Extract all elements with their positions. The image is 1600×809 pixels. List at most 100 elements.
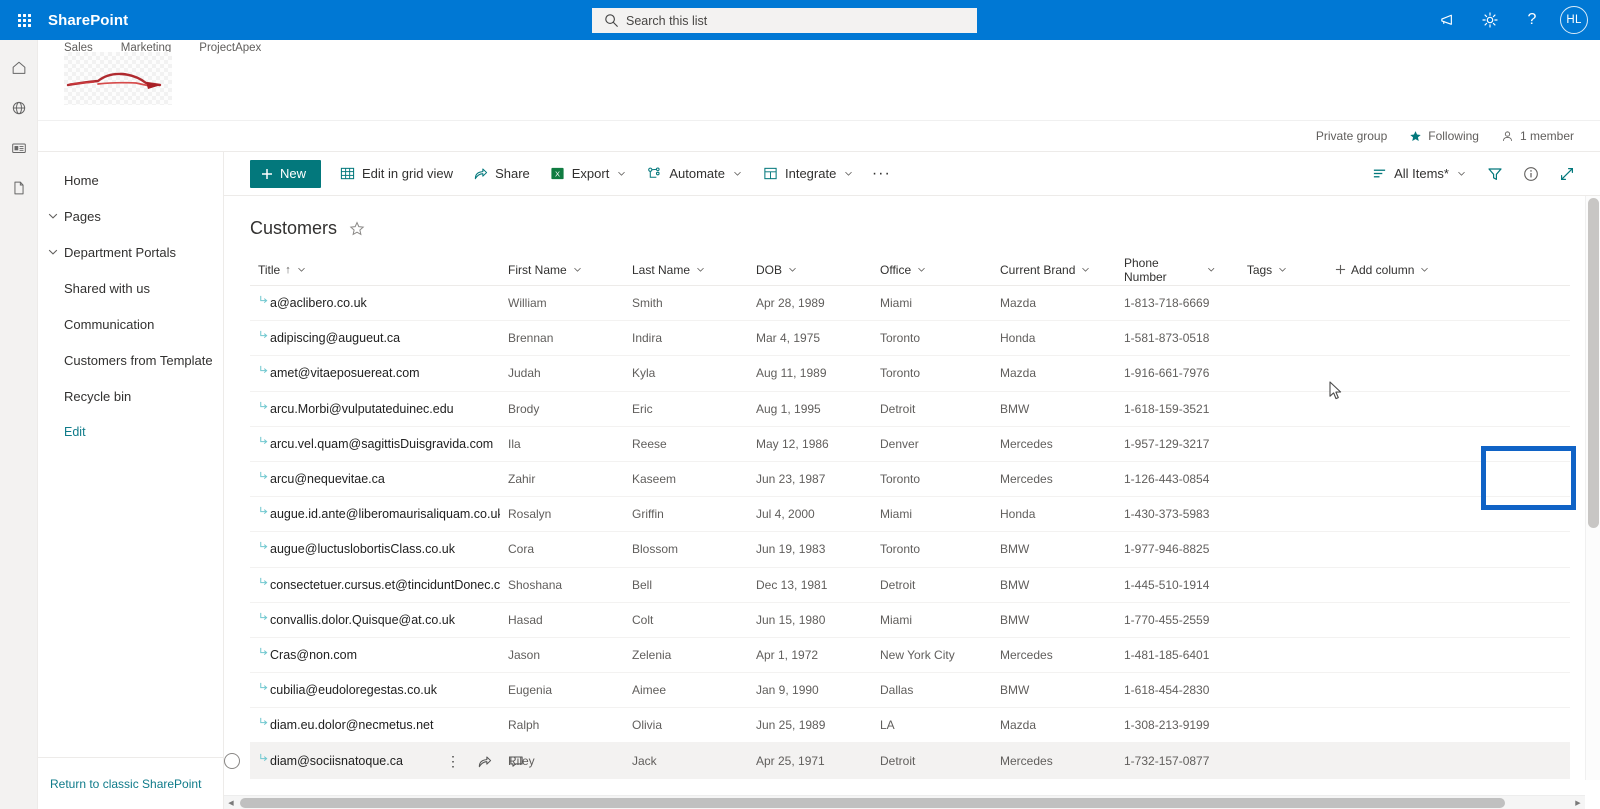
table-row[interactable]: a@aclibero.co.uk William Smith Apr 28, 1989… bbox=[250, 286, 1570, 322]
sidebar-item-pages[interactable]: Pages bbox=[38, 198, 223, 234]
megaphone-icon[interactable] bbox=[1428, 0, 1468, 40]
group-info-bar: Private group Following 1 member bbox=[38, 121, 1600, 152]
avatar[interactable]: HL bbox=[1560, 6, 1588, 34]
chevron-down-icon bbox=[1279, 267, 1286, 272]
cell-title[interactable]: a@aclibero.co.uk bbox=[250, 294, 500, 312]
column-header-phone-number[interactable]: Phone Number bbox=[1116, 254, 1216, 286]
integrate-button[interactable]: Integrate bbox=[754, 156, 863, 192]
cell-title[interactable]: arcu.vel.quam@sagittisDuisgravida.com bbox=[250, 435, 500, 453]
globe-icon[interactable] bbox=[0, 88, 38, 128]
gear-icon[interactable] bbox=[1470, 0, 1510, 40]
row-select-checkbox[interactable] bbox=[224, 752, 240, 769]
scroll-right-arrow-icon[interactable]: ▶ bbox=[1571, 796, 1585, 809]
column-header-first-name[interactable]: First Name bbox=[500, 254, 624, 286]
new-button[interactable]: New bbox=[250, 159, 322, 188]
column-header-office[interactable]: Office bbox=[872, 254, 992, 286]
column-header-tags[interactable]: Tags bbox=[1216, 254, 1311, 286]
automate-button[interactable]: Automate bbox=[638, 156, 752, 192]
chevron-down-icon bbox=[1458, 171, 1465, 176]
sidebar-item-shared-with-us[interactable]: Shared with us bbox=[38, 270, 223, 306]
cell-last: Olivia bbox=[632, 718, 663, 733]
news-icon[interactable] bbox=[0, 128, 38, 168]
table-row[interactable]: augue@luctuslobortisClass.co.uk Cora Bloss… bbox=[250, 532, 1570, 568]
sidebar-edit-link[interactable]: Edit bbox=[38, 414, 223, 450]
help-icon[interactable]: ? bbox=[1512, 0, 1552, 40]
cell-brand: Mazda bbox=[1000, 366, 1037, 381]
cell-title[interactable]: consectetuer.cursus.et@tinciduntDonec.co… bbox=[250, 576, 500, 594]
horizontal-scrollbar-thumb[interactable] bbox=[240, 798, 1505, 808]
item-link-arrow-icon bbox=[260, 436, 268, 444]
sidebar-item-department-portals[interactable]: Department Portals bbox=[38, 234, 223, 270]
cell-last: Kyla bbox=[632, 366, 656, 381]
share-button[interactable]: Share bbox=[464, 156, 539, 192]
row-share-icon[interactable] bbox=[477, 754, 492, 769]
cell-title[interactable]: diam.eu.dolor@necmetus.net bbox=[250, 716, 500, 734]
waffle-icon[interactable] bbox=[0, 0, 48, 40]
export-button[interactable]: X Export bbox=[541, 156, 637, 192]
sidebar-item-communication[interactable]: Communication bbox=[38, 306, 223, 342]
table-row[interactable]: cubilia@eudoloregestas.co.uk Eugenia Aimee… bbox=[250, 673, 1570, 709]
files-icon[interactable] bbox=[0, 168, 38, 208]
search-input[interactable] bbox=[592, 8, 977, 33]
more-commands-button[interactable]: ··· bbox=[865, 157, 897, 191]
column-header-last-name[interactable]: Last Name bbox=[624, 254, 748, 286]
vertical-scrollbar[interactable] bbox=[1585, 196, 1600, 780]
table-row[interactable]: diam@sociisnatoque.ca Riley Jack Apr 25, 19… bbox=[224, 743, 1570, 779]
view-selector-button[interactable]: All Items* bbox=[1363, 156, 1476, 192]
column-header-current-brand[interactable]: Current Brand bbox=[992, 254, 1116, 286]
table-row[interactable]: adipiscing@augueut.ca Brennan Indira Mar 4,… bbox=[250, 321, 1570, 357]
sidebar-item-home[interactable]: Home bbox=[38, 162, 223, 198]
cell-title[interactable]: augue.id.ante@liberomaurisaliquam.co.uk bbox=[250, 505, 500, 523]
cell-phone: 1-618-454-2830 bbox=[1124, 683, 1210, 698]
cell-title[interactable]: arcu.Morbi@vulputateduinec.edu bbox=[250, 400, 500, 418]
search-box[interactable] bbox=[592, 8, 977, 33]
column-header-title[interactable]: Title ↑ bbox=[250, 254, 500, 286]
cell-phone: 1-813-718-6669 bbox=[1124, 296, 1210, 311]
filter-icon[interactable] bbox=[1478, 157, 1512, 191]
sidebar-item-customers-from-template[interactable]: Customers from Template bbox=[38, 342, 223, 378]
info-icon[interactable] bbox=[1514, 157, 1548, 191]
table-row[interactable]: Cras@non.com Jason Zelenia Apr 1, 1972 New Y… bbox=[250, 638, 1570, 674]
members-button[interactable]: 1 member bbox=[1501, 129, 1574, 143]
cell-title[interactable]: Cras@non.com bbox=[250, 646, 500, 664]
table-row[interactable]: amet@vitaeposuereat.com Judah Kyla Aug 11, … bbox=[250, 356, 1570, 392]
table-row[interactable]: arcu.vel.quam@sagittisDuisgravida.com Ila… bbox=[250, 427, 1570, 462]
site-nav-item-2[interactable]: ProjectApex bbox=[199, 42, 261, 54]
chevron-down-icon bbox=[573, 267, 581, 272]
cell-title[interactable]: adipiscing@augueut.ca bbox=[250, 329, 500, 347]
table-row[interactable]: arcu@nequevitae.ca Zahir Kaseem Jun 23, 198… bbox=[250, 462, 1570, 498]
scroll-left-arrow-icon[interactable]: ◀ bbox=[224, 796, 238, 809]
row-more-menu-icon[interactable]: ⋮ bbox=[446, 754, 460, 768]
return-to-classic-sharepoint-link[interactable]: Return to classic SharePoint bbox=[38, 757, 224, 809]
column-header-dob[interactable]: DOB bbox=[748, 254, 872, 286]
cell-title[interactable]: augue@luctuslobortisClass.co.uk bbox=[250, 540, 500, 558]
sharepoint-brand-link[interactable]: SharePoint bbox=[48, 12, 128, 29]
cell-brand: Mercedes bbox=[1000, 647, 1053, 662]
cell-title[interactable]: amet@vitaeposuereat.com bbox=[250, 364, 500, 382]
horizontal-scrollbar[interactable]: ◀ ▶ bbox=[224, 795, 1585, 809]
table-row[interactable]: arcu.Morbi@vulputateduinec.edu Brody Eric A… bbox=[250, 392, 1570, 427]
list-view-icon bbox=[1373, 169, 1386, 178]
table-row[interactable]: convallis.dolor.Quisque@at.co.uk Hasad Col… bbox=[250, 603, 1570, 638]
cell-dob: Jun 23, 1987 bbox=[756, 472, 826, 487]
expand-icon[interactable] bbox=[1550, 157, 1584, 191]
table-row[interactable]: consectetuer.cursus.et@tinciduntDonec.co… bbox=[250, 568, 1570, 603]
cell-title[interactable]: arcu@nequevitae.ca bbox=[250, 470, 500, 488]
edit-in-grid-view-button[interactable]: Edit in grid view bbox=[331, 156, 462, 192]
add-column-button[interactable]: Add column bbox=[1311, 254, 1451, 286]
home-icon[interactable] bbox=[0, 48, 38, 88]
cell-first: Ralph bbox=[508, 718, 540, 733]
table-row[interactable]: diam.eu.dolor@necmetus.net Ralph Olivia Jun… bbox=[250, 708, 1570, 744]
row-comment-icon[interactable] bbox=[509, 754, 524, 769]
sidebar-item-recycle-bin[interactable]: Recycle bin bbox=[38, 378, 223, 414]
vertical-scrollbar-thumb[interactable] bbox=[1588, 198, 1599, 528]
cell-title[interactable]: convallis.dolor.Quisque@at.co.uk bbox=[250, 611, 500, 629]
cell-brand: Mazda bbox=[1000, 296, 1037, 311]
star-outline-icon[interactable] bbox=[349, 220, 365, 237]
following-button[interactable]: Following bbox=[1409, 129, 1479, 143]
cell-brand: Mercedes bbox=[1000, 753, 1053, 768]
cell-title[interactable]: cubilia@eudoloregestas.co.uk bbox=[250, 681, 500, 699]
table-row[interactable]: augue.id.ante@liberomaurisaliquam.co.uk R… bbox=[250, 497, 1570, 533]
item-link-arrow-icon bbox=[260, 682, 268, 691]
cell-office: Detroit bbox=[880, 577, 916, 592]
